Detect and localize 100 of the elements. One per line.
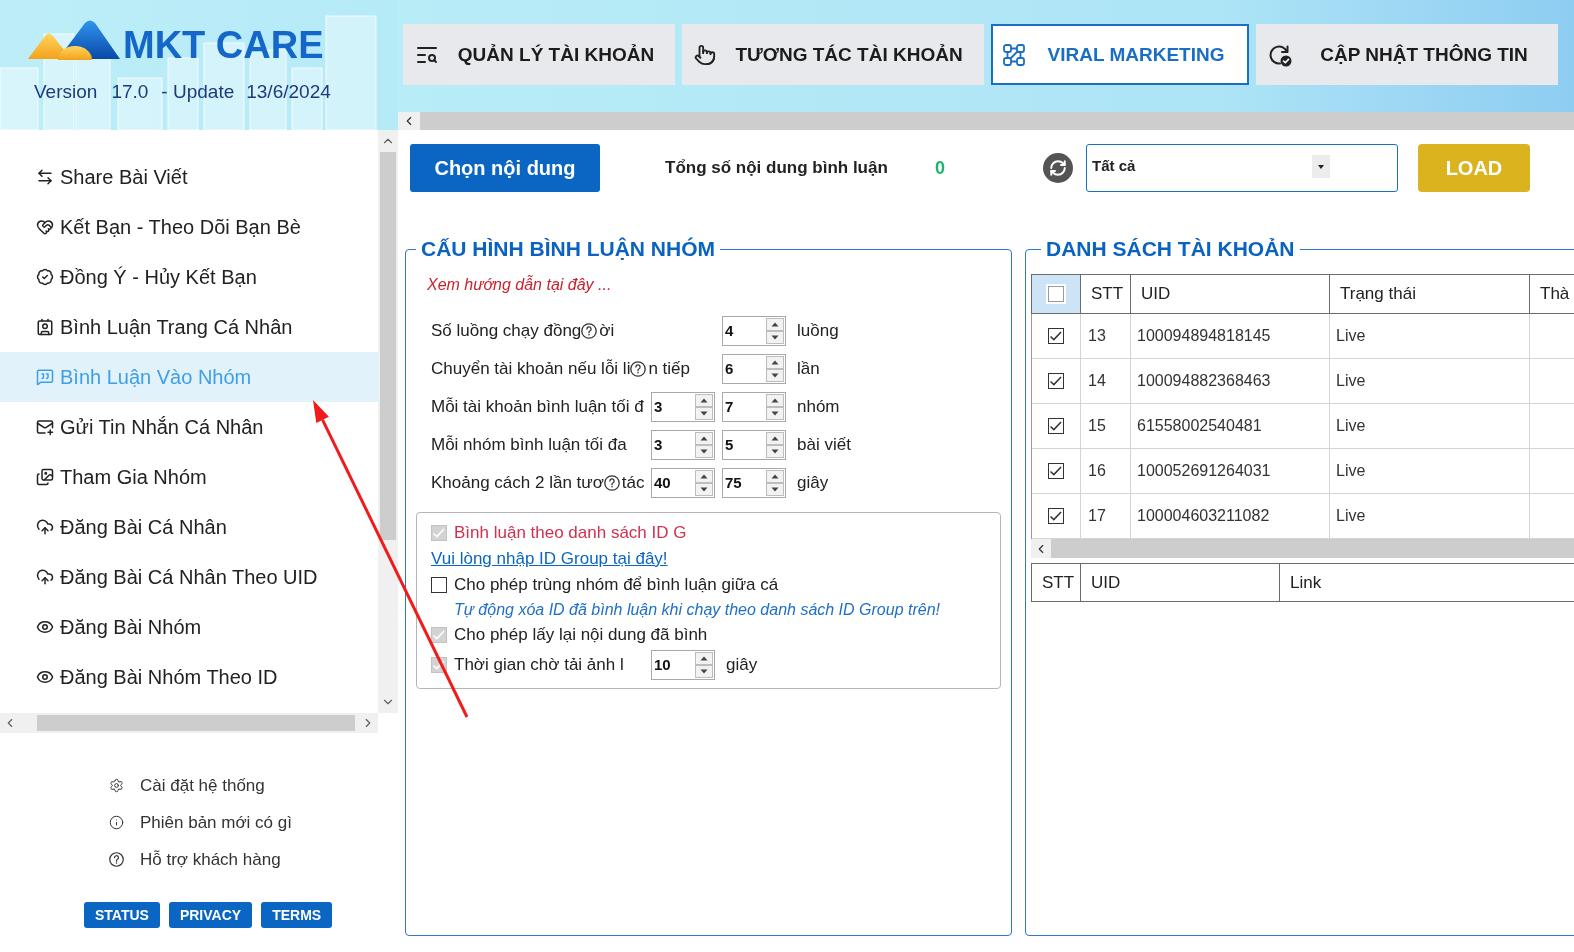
sidebar-item[interactable]: Đăng Bài Nhóm Theo ID [0, 652, 378, 702]
footer-button[interactable]: TERMS [261, 902, 333, 928]
table-cell-text: 15 [1088, 416, 1106, 436]
scrollbar-thumb[interactable] [37, 715, 355, 731]
horizontal-scrollbar[interactable] [0, 713, 378, 733]
field-label: ời [599, 320, 615, 342]
sidebar-item[interactable]: Đồng Ý - Hủy Kết Bạn [0, 252, 378, 302]
up-down-arrows-icon [766, 470, 784, 496]
number-field[interactable]: 3 [651, 392, 715, 422]
table-cell-text: Live [1336, 326, 1366, 346]
sidebar-item[interactable]: Đăng Bài Cá Nhân [0, 502, 378, 552]
table-cell-text: 61558002540481 [1137, 416, 1262, 436]
option-label: Bình luận theo danh sách ID G [454, 522, 687, 544]
info-icon [109, 815, 124, 830]
settings-icon [109, 778, 124, 793]
unit-label: luồng [797, 320, 839, 342]
logo-icon [28, 18, 120, 60]
column-header[interactable]: Trạng thái [1330, 275, 1530, 313]
hand-pointer-icon [694, 43, 716, 66]
field-label: Mỗi tài khoản bình luận tối đ [431, 396, 644, 418]
images-icon [36, 468, 54, 486]
field-label: Mỗi nhóm bình luận tối đa [431, 434, 627, 456]
quote-message-icon [36, 368, 54, 386]
column-header[interactable]: STT [1032, 564, 1081, 601]
help-icon [109, 852, 124, 867]
unit-label: giây [797, 472, 829, 494]
checkmark-icon [1050, 511, 1062, 521]
option-label: Cho phép lấy lại nội dung đã bình [454, 624, 708, 646]
tab[interactable]: CẬP NHẬT THÔNG TIN [1256, 24, 1558, 85]
column-header[interactable]: Thà [1530, 275, 1574, 313]
sidebar-item[interactable]: Gửi Tin Nhắn Cá Nhân [0, 402, 378, 452]
row-checkbox[interactable] [1048, 508, 1064, 524]
number-field[interactable]: 4 [722, 316, 786, 346]
total-label: Tổng số nội dung bình luận [665, 158, 888, 178]
checkmark-icon [433, 528, 445, 538]
horizontal-scrollbar[interactable] [398, 112, 1574, 130]
checkbox[interactable] [431, 577, 447, 593]
field-label: Khoảng cách 2 lần tươ [431, 472, 604, 494]
sidebar-item[interactable]: Kết Bạn - Theo Dõi Bạn Bè [0, 202, 378, 252]
column-header[interactable]: STT [1081, 275, 1131, 313]
sidebar-item[interactable]: Tham Gia Nhóm [0, 452, 378, 502]
tab[interactable]: QUẢN LÝ TÀI KHOẢN [403, 24, 675, 85]
settings-link[interactable]: Hỗ trợ khách hàng [140, 848, 281, 871]
choose-content-button[interactable]: Chọn nội dung [410, 144, 600, 192]
up-down-arrows-icon [695, 470, 713, 496]
number-field[interactable]: 40 [651, 468, 715, 498]
number-field[interactable]: 6 [722, 354, 786, 384]
caret-down-icon[interactable] [1312, 155, 1330, 178]
number-field[interactable]: 5 [722, 430, 786, 460]
note-text: Tự động xóa ID đã bình luận khi chạy theo danh sách ID Group trên! [454, 600, 940, 620]
row-checkbox[interactable] [1048, 373, 1064, 389]
horizontal-scrollbar[interactable] [1031, 539, 1574, 558]
settings-link[interactable]: Phiên bản mới có gì [140, 811, 292, 834]
column-header[interactable]: UID [1081, 564, 1280, 601]
version-label: Version [34, 80, 98, 104]
vertical-scrollbar[interactable] [378, 130, 398, 713]
number-field[interactable]: 7 [722, 392, 786, 422]
option-label: Cho phép trùng nhóm để bình luận giữa cá [454, 574, 779, 596]
table-cell-text: 100004603211082 [1137, 506, 1270, 526]
sidebar-item[interactable]: Bình Luận Trang Cá Nhân [0, 302, 378, 352]
unit-label: giây [726, 654, 758, 676]
row-checkbox[interactable] [1048, 463, 1064, 479]
option-label: Thời gian chờ tải ảnh l [454, 655, 624, 674]
up-down-arrows-icon [695, 652, 713, 678]
logo-text: MKT CARE [123, 25, 324, 65]
checkmark-icon [1050, 331, 1062, 341]
column-header[interactable]: Link [1280, 564, 1574, 601]
group-id-link[interactable]: Vui lòng nhập ID Group tại đây! [431, 548, 668, 570]
table-cell-text: 100094894818145 [1137, 326, 1271, 346]
footer-button[interactable]: PRIVACY [168, 902, 253, 928]
settings-link[interactable]: Cài đặt hệ thống [140, 774, 265, 797]
footer-button[interactable]: STATUS [84, 902, 160, 928]
column-header[interactable]: UID [1131, 275, 1330, 313]
row-checkbox[interactable] [1048, 418, 1064, 434]
number-field[interactable]: 3 [651, 430, 715, 460]
eye-icon [36, 618, 54, 636]
table-cell-text: 100094882368463 [1137, 371, 1271, 391]
mail-plus-icon [36, 418, 54, 436]
tab[interactable]: TƯƠNG TÁC TÀI KHOẢN [682, 24, 984, 85]
number-field[interactable]: 75 [722, 468, 786, 498]
table-cell-text: 16 [1088, 461, 1106, 481]
sidebar-item[interactable]: Share Bài Viết [0, 152, 378, 202]
select-all-checkbox[interactable] [1048, 286, 1064, 302]
sidebar-item[interactable]: Đăng Bài Cá Nhân Theo UID [0, 552, 378, 602]
up-down-arrows-icon [766, 356, 784, 382]
scrollbar-thumb[interactable] [380, 152, 396, 540]
panel-title: DANH SÁCH TÀI KHOẢN [1045, 237, 1296, 261]
refresh-icon[interactable] [1043, 153, 1073, 183]
checkmark-icon [1050, 466, 1062, 476]
field-label: Số luồng chạy đồng [431, 320, 582, 342]
sidebar-item[interactable]: Đăng Bài Nhóm [0, 602, 378, 652]
panel-title: CẤU HÌNH BÌNH LUẬN NHÓM [420, 237, 716, 261]
total-count: 0 [935, 157, 945, 178]
tab[interactable]: VIRAL MARKETING [991, 24, 1249, 85]
table-cell-text: Live [1336, 461, 1366, 481]
row-checkbox[interactable] [1048, 328, 1064, 344]
heart-handshake-icon [36, 218, 54, 236]
up-down-arrows-icon [766, 394, 784, 420]
filter-dropdown[interactable]: Tất cả [1086, 144, 1398, 192]
guide-link[interactable]: Xem hướng dẫn tại đây ... [427, 276, 612, 293]
